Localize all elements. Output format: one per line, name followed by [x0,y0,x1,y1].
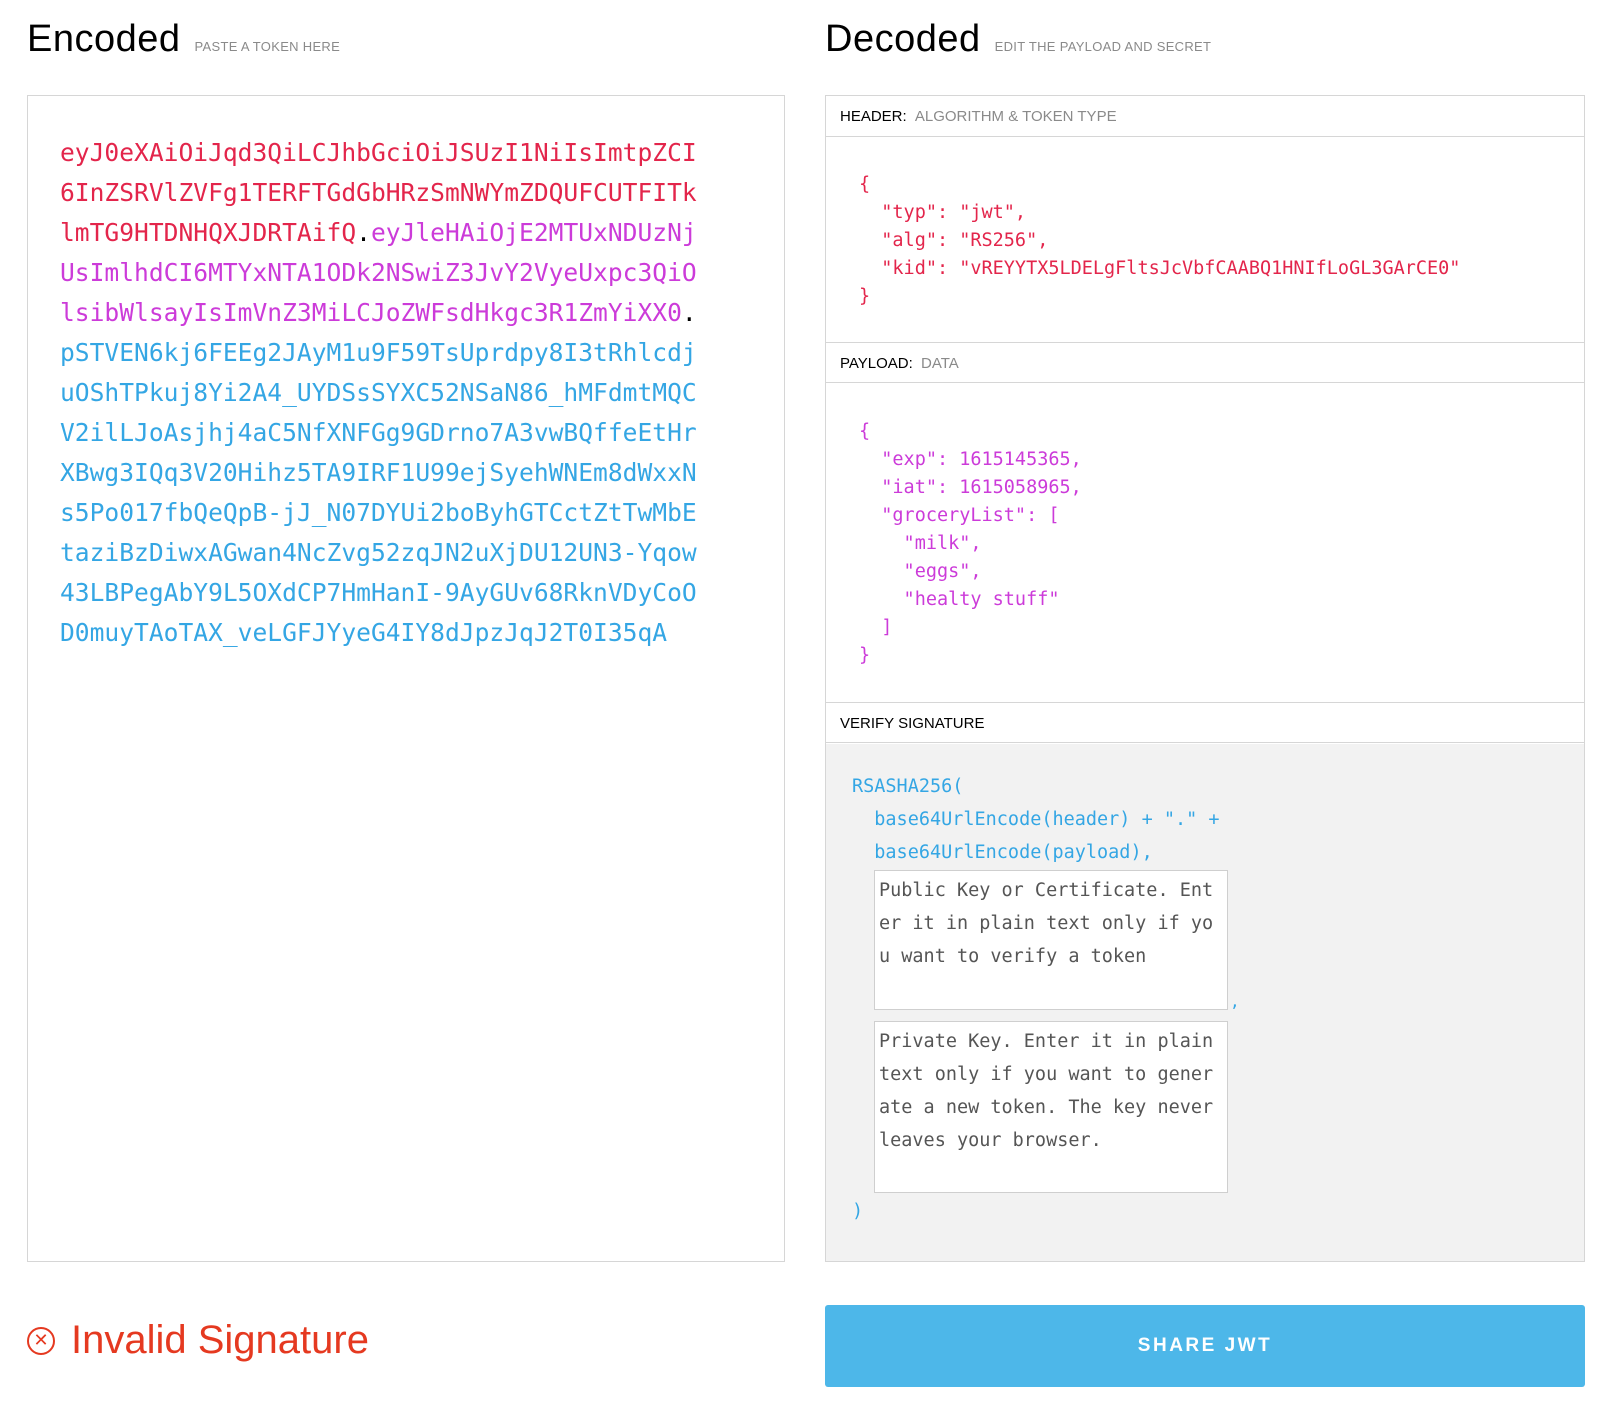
verify-payload-line: base64UrlEncode(payload), [852,842,1153,863]
share-jwt-button[interactable]: SHARE JWT [825,1305,1585,1387]
verify-header-line: base64UrlEncode(header) + "." + [852,809,1220,830]
verify-signature-area: RSASHA256( base64UrlEncode(header) + "."… [826,744,1584,1261]
private-key-input[interactable] [874,1021,1228,1193]
signature-status: ✕ Invalid Signature [27,1318,369,1363]
token-separator-dot: . [356,218,371,247]
verify-label: VERIFY SIGNATURE [840,715,985,732]
decoded-title: Decoded [825,18,981,60]
decoded-subtitle: EDIT THE PAYLOAD AND SECRET [994,39,1212,54]
payload-json-editor[interactable]: { "exp": 1615145365, "iat": 1615058965, … [859,418,1082,670]
encoded-title: Encoded [27,18,181,60]
close-circle-icon: ✕ [27,1326,55,1355]
token-signature-part: pSTVEN6kj6FEEg2JAyM1u9F59TsUprdpy8I3tRhl… [60,338,697,647]
decoded-heading: Decoded EDIT THE PAYLOAD AND SECRET [825,18,1211,61]
decoded-panel: HEADER: ALGORITHM & TOKEN TYPE { "typ": … [825,95,1585,1262]
header-label: HEADER: [840,108,907,125]
encoded-subtitle: PASTE A TOKEN HERE [194,39,341,54]
encoded-heading: Encoded PASTE A TOKEN HERE [27,18,340,61]
payload-label: PAYLOAD: [840,355,913,372]
signature-status-text: Invalid Signature [71,1318,369,1362]
payload-description: DATA [920,355,959,372]
public-key-input[interactable] [874,870,1228,1010]
header-section-label: HEADER: ALGORITHM & TOKEN TYPE [826,96,1584,137]
token-separator-dot: . [681,298,697,327]
encoded-token-editor[interactable]: eyJ0eXAiOiJqd3QiLCJhbGciOiJSUzI1NiIsImtp… [27,95,785,1262]
encoded-token-text[interactable]: eyJ0eXAiOiJqd3QiLCJhbGciOiJSUzI1NiIsImtp… [60,133,700,653]
verify-closing-paren: ) [852,1201,864,1222]
verify-function-line: RSASHA256( [852,776,964,797]
payload-section-label: PAYLOAD: DATA [826,342,1584,383]
header-description: ALGORITHM & TOKEN TYPE [914,108,1117,125]
verify-comma: , [1230,992,1240,1011]
header-json-editor[interactable]: { "typ": "jwt", "alg": "RS256", "kid": "… [859,171,1460,311]
verify-section-label: VERIFY SIGNATURE [826,702,1584,743]
